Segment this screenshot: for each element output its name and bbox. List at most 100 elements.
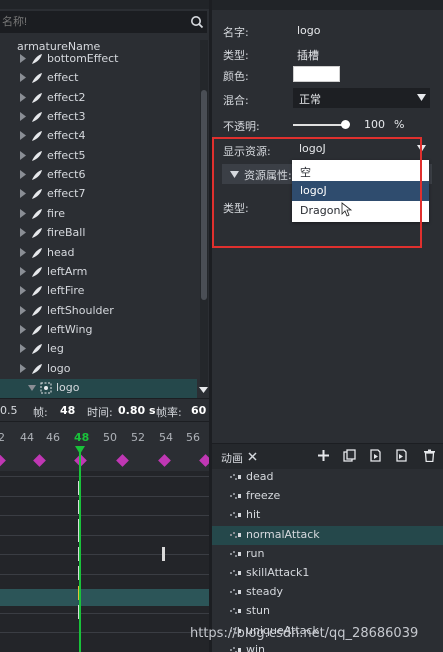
animation-item[interactable]: skillAttack1 [212,564,443,583]
tree-item-label: effect7 [47,187,86,201]
tree-item[interactable]: head [0,244,197,263]
tree-item-slot-selected[interactable]: logo [0,378,197,398]
animation-tab-label[interactable]: 动画 [221,450,243,466]
frame-value[interactable]: 48 [60,404,75,417]
chevron-right-icon[interactable] [20,286,26,296]
chevron-right-icon[interactable] [20,208,26,218]
scroll-down-icon[interactable] [198,386,209,394]
tree-item-label: leftWing [47,322,93,336]
fps-value[interactable]: 60 [191,404,206,417]
name-value[interactable]: logo [297,24,321,37]
tree-item[interactable]: effect [0,69,197,88]
animation-item[interactable]: normalAttack [212,525,443,545]
chevron-right-icon[interactable] [20,112,26,122]
track-separator [0,534,209,536]
copy-icon[interactable] [343,449,356,462]
chevron-right-icon[interactable] [20,73,26,83]
tree-item[interactable]: leftWing [0,321,197,340]
opacity-slider-handle[interactable] [341,120,350,129]
chevron-right-icon[interactable] [20,266,26,276]
tree-item-label: leftFire [47,284,85,298]
time-left-value: 0.5 [0,404,18,417]
bone-icon [32,286,42,297]
bone-icon [32,54,42,64]
tree-item[interactable]: leftFire [0,282,197,301]
chevron-right-icon[interactable] [20,363,26,373]
chevron-right-icon[interactable] [20,189,26,199]
tree-item[interactable]: effect6 [0,166,197,185]
chevron-right-icon[interactable] [20,247,26,257]
bone-icon [32,112,42,123]
bone-icon [32,170,42,181]
export-icon[interactable] [369,449,382,462]
slot-icon [40,382,52,394]
animation-item[interactable]: stun [212,602,443,621]
color-label: 颜色: [223,70,249,83]
selected-track[interactable] [0,589,209,606]
track-separator [0,612,209,614]
import-icon[interactable] [395,449,408,462]
chevron-right-icon[interactable] [20,54,26,63]
timeline-tracks[interactable] [0,471,209,652]
track-separator [0,515,209,516]
trash-icon[interactable] [423,449,436,462]
tree-item[interactable]: effect2 [0,89,197,108]
color-swatch[interactable] [293,66,340,82]
bone-icon [32,150,42,161]
tree-item[interactable]: effect7 [0,185,197,204]
tree-item[interactable]: bottomEffect [0,50,197,69]
search-input[interactable] [2,14,182,30]
tree-item[interactable]: fireBall [0,224,197,243]
tree-item-label: logo [56,380,80,394]
chevron-right-icon[interactable] [20,150,26,160]
animation-icon [230,531,241,538]
tree-item[interactable]: logo [0,360,197,379]
animation-item[interactable]: win [212,641,443,652]
chevron-right-icon[interactable] [20,92,26,102]
chevron-right-icon[interactable] [20,131,26,141]
track-separator [0,476,209,477]
chevron-right-icon[interactable] [20,170,26,180]
opacity-value[interactable]: 100 [364,118,385,131]
opacity-label: 不透明: [223,120,260,133]
animation-item[interactable]: steady [212,583,443,602]
tree-item[interactable]: fire [0,205,197,224]
tree-item[interactable]: effect5 [0,147,197,166]
tree-item-label: effect5 [47,148,86,162]
tree-item-label: fireBall [47,226,86,240]
type-value: 插槽 [297,49,319,62]
search-box[interactable] [0,11,207,33]
animation-item[interactable]: run [212,545,443,564]
playhead-marker-icon[interactable] [75,446,85,454]
tree-item[interactable]: leftShoulder [0,302,197,321]
tree-item[interactable]: effect3 [0,108,197,127]
add-icon[interactable] [317,449,330,462]
track-keyframe[interactable] [162,547,165,561]
playhead[interactable] [79,447,81,652]
close-icon[interactable] [248,452,257,461]
animation-item[interactable]: freeze [212,487,443,506]
animation-item[interactable]: dead [212,468,443,487]
animation-item[interactable]: hit [212,506,443,525]
bone-icon [32,363,42,374]
blend-dropdown[interactable]: 正常 [293,88,430,108]
chevron-right-icon[interactable] [20,324,26,334]
tree-item-label: logo [47,361,71,375]
bone-icon [32,208,42,219]
time-value[interactable]: 0.80 s [118,404,156,417]
bone-icon [32,189,42,200]
keyframe-summary-row[interactable] [0,451,209,471]
tree-item[interactable]: leftArm [0,263,197,282]
time-label: 时间: [87,406,113,419]
chevron-right-icon[interactable] [20,228,26,238]
search-icon[interactable] [190,15,204,29]
tree-item[interactable]: effect4 [0,127,197,146]
ruler-tick-label: 44 [20,431,34,444]
tree-scrollbar-thumb[interactable] [201,90,207,300]
tree-item[interactable]: leg [0,340,197,359]
chevron-down-icon[interactable] [28,384,36,391]
chevron-right-icon[interactable] [20,305,26,315]
blend-label: 混合: [223,94,249,107]
timeline-toolbar: 0.5 帧: 48 时间: 0.80 s 帧率: 60 [0,398,209,422]
chevron-right-icon[interactable] [20,344,26,354]
